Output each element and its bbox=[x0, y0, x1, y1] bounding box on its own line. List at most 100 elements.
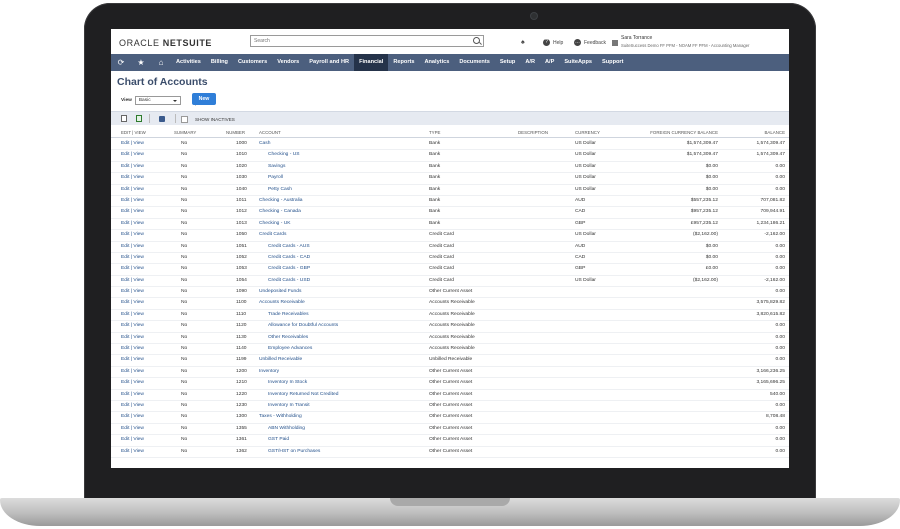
global-search[interactable] bbox=[250, 35, 484, 47]
account-link[interactable]: Employee Advances bbox=[268, 346, 312, 351]
edit-view-links[interactable]: Edit | View bbox=[121, 392, 144, 397]
account-link[interactable]: Credit Cards - GBP bbox=[268, 266, 310, 271]
account-link[interactable]: Checking - US bbox=[268, 152, 300, 157]
account-link[interactable]: Credit Cards - AUS bbox=[268, 244, 310, 249]
col-balance[interactable]: BALANCE bbox=[765, 130, 786, 135]
nav-vendors[interactable]: Vendors bbox=[272, 54, 304, 71]
col-description[interactable]: DESCRIPTION bbox=[518, 130, 548, 135]
print-icon[interactable] bbox=[159, 116, 165, 122]
edit-view-links[interactable]: Edit | View bbox=[121, 312, 144, 317]
nav-ap[interactable]: A/P bbox=[540, 54, 559, 71]
new-account-button[interactable]: New bbox=[192, 93, 216, 105]
nav-suiteapps[interactable]: SuiteApps bbox=[559, 54, 597, 71]
account-link[interactable]: Checking - Canada bbox=[259, 209, 301, 214]
edit-view-links[interactable]: Edit | View bbox=[121, 323, 144, 328]
edit-view-links[interactable]: Edit | View bbox=[121, 426, 144, 431]
search-input[interactable] bbox=[251, 36, 457, 45]
edit-view-links[interactable]: Edit | View bbox=[121, 232, 144, 237]
edit-view-links[interactable]: Edit | View bbox=[121, 278, 144, 283]
account-link[interactable]: Savings bbox=[268, 164, 285, 169]
type-cell: Other Current Asset bbox=[429, 425, 473, 431]
col-edit-view[interactable]: EDIT | VIEW bbox=[121, 130, 146, 135]
col-currency[interactable]: CURRENCY bbox=[575, 130, 600, 135]
account-link[interactable]: Taxes - Withholding bbox=[259, 414, 302, 419]
account-link[interactable]: Cash bbox=[259, 141, 270, 146]
nav-reports[interactable]: Reports bbox=[388, 54, 419, 71]
people-icon[interactable]: ♠ bbox=[521, 39, 525, 46]
account-link[interactable]: Undeposited Funds bbox=[259, 289, 301, 294]
edit-view-links[interactable]: Edit | View bbox=[121, 255, 144, 260]
recent-icon[interactable]: ⟳ bbox=[111, 58, 131, 67]
account-link[interactable]: Credit Cards bbox=[259, 232, 286, 237]
account-link[interactable]: Checking - UK bbox=[259, 221, 291, 226]
account-link[interactable]: Inventory Returned Not Credited bbox=[268, 392, 338, 397]
nav-activities[interactable]: Activities bbox=[171, 54, 206, 71]
nav-analytics[interactable]: Analytics bbox=[419, 54, 454, 71]
edit-view-links[interactable]: Edit | View bbox=[121, 414, 144, 419]
nav-support[interactable]: Support bbox=[597, 54, 628, 71]
account-link[interactable]: Petty Cash bbox=[268, 187, 292, 192]
account-link[interactable]: ABN Withholding bbox=[268, 426, 305, 431]
show-inactives-checkbox[interactable] bbox=[181, 116, 188, 123]
edit-view-links[interactable]: Edit | View bbox=[121, 335, 144, 340]
edit-view-links[interactable]: Edit | View bbox=[121, 175, 144, 180]
star-icon[interactable]: ★ bbox=[131, 58, 151, 67]
nav-setup[interactable]: Setup bbox=[495, 54, 521, 71]
people-menu[interactable]: ♠ bbox=[521, 39, 525, 46]
account-link[interactable]: Payroll bbox=[268, 175, 283, 180]
col-number[interactable]: NUMBER bbox=[226, 130, 245, 135]
col-type[interactable]: TYPE bbox=[429, 130, 440, 135]
account-link[interactable]: GST Paid bbox=[268, 437, 289, 442]
account-link[interactable]: GST/HST on Purchases bbox=[268, 449, 320, 454]
currency-cell: US Dollar bbox=[575, 186, 596, 192]
view-select[interactable]: Basic bbox=[134, 95, 181, 105]
account-link[interactable]: Other Receivables bbox=[268, 335, 308, 340]
document-icon[interactable] bbox=[121, 115, 127, 122]
nav-customers[interactable]: Customers bbox=[233, 54, 272, 71]
col-account[interactable]: ACCOUNT bbox=[259, 130, 281, 135]
edit-view-links[interactable]: Edit | View bbox=[121, 152, 144, 157]
nav-ar[interactable]: A/R bbox=[520, 54, 540, 71]
edit-view-links[interactable]: Edit | View bbox=[121, 289, 144, 294]
edit-view-links[interactable]: Edit | View bbox=[121, 198, 144, 203]
account-link[interactable]: Inventory In Stock bbox=[268, 380, 307, 385]
account-link[interactable]: Credit Cards - USD bbox=[268, 278, 310, 283]
nav-financial[interactable]: Financial bbox=[354, 54, 389, 71]
nav-billing[interactable]: Billing bbox=[206, 54, 233, 71]
edit-view-links[interactable]: Edit | View bbox=[121, 369, 144, 374]
account-link[interactable]: Checking - Australia bbox=[259, 198, 303, 203]
account-link[interactable]: Inventory bbox=[259, 369, 279, 374]
edit-view-links[interactable]: Edit | View bbox=[121, 449, 144, 454]
account-link[interactable]: Unbilled Receivable bbox=[259, 357, 302, 362]
oracle-netsuite-logo[interactable]: ORACLE NETSUITE bbox=[119, 38, 212, 48]
help-link[interactable]: ? Help bbox=[543, 39, 563, 46]
balance-cell: 0.00 bbox=[775, 175, 785, 181]
account-link[interactable]: Trade Receivables bbox=[268, 312, 309, 317]
edit-view-links[interactable]: Edit | View bbox=[121, 346, 144, 351]
edit-view-links[interactable]: Edit | View bbox=[121, 437, 144, 442]
edit-view-links[interactable]: Edit | View bbox=[121, 300, 144, 305]
excel-export-icon[interactable] bbox=[136, 115, 142, 122]
feedback-link[interactable]: … Feedback bbox=[574, 39, 606, 46]
col-foreign-currency-balance[interactable]: FOREIGN CURRENCY BALANCE bbox=[650, 130, 718, 135]
user-menu[interactable]: Sara Torrance SuiteSuccess Demo FF PFM -… bbox=[621, 35, 749, 49]
account-link[interactable]: Accounts Receivable bbox=[259, 300, 305, 305]
edit-view-links[interactable]: Edit | View bbox=[121, 187, 144, 192]
account-link[interactable]: Allowance for Doubtful Accounts bbox=[268, 323, 338, 328]
col-summary[interactable]: SUMMARY bbox=[174, 130, 196, 135]
home-icon[interactable]: ⌂ bbox=[151, 58, 171, 67]
nav-payroll-hr[interactable]: Payroll and HR bbox=[304, 54, 354, 71]
account-link[interactable]: Credit Cards - CAD bbox=[268, 255, 310, 260]
edit-view-links[interactable]: Edit | View bbox=[121, 164, 144, 169]
edit-view-links[interactable]: Edit | View bbox=[121, 380, 144, 385]
account-link[interactable]: Inventory In Transit bbox=[268, 403, 310, 408]
edit-view-links[interactable]: Edit | View bbox=[121, 209, 144, 214]
edit-view-links[interactable]: Edit | View bbox=[121, 141, 144, 146]
edit-view-links[interactable]: Edit | View bbox=[121, 244, 144, 249]
edit-view-links[interactable]: Edit | View bbox=[121, 403, 144, 408]
edit-view-links[interactable]: Edit | View bbox=[121, 357, 144, 362]
search-icon[interactable] bbox=[473, 37, 480, 44]
edit-view-links[interactable]: Edit | View bbox=[121, 221, 144, 226]
edit-view-links[interactable]: Edit | View bbox=[121, 266, 144, 271]
nav-documents[interactable]: Documents bbox=[454, 54, 494, 71]
